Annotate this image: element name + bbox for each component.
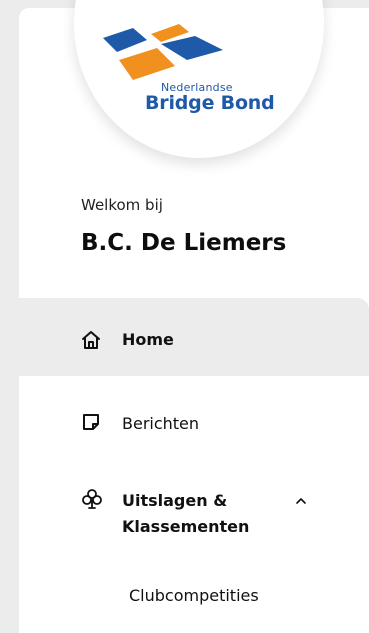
nav-item-berichten[interactable]: Berichten bbox=[19, 406, 369, 442]
logo-title: Bridge Bond bbox=[145, 92, 275, 114]
club-name: B.C. De Liemers bbox=[81, 230, 287, 256]
chevron-up-icon[interactable] bbox=[294, 493, 308, 512]
sidebar: Nederlandse Bridge Bond Welkom bij B.C. … bbox=[19, 0, 369, 633]
nav-item-uitslagen[interactable]: Uitslagen & Klassementen bbox=[19, 483, 369, 553]
nav-item-uitslagen-label: Uitslagen & Klassementen bbox=[122, 491, 250, 536]
nav-subitem-clubcompetities[interactable]: Clubcompetities bbox=[129, 586, 259, 605]
note-icon bbox=[81, 412, 101, 436]
bridge-bond-emblem-icon bbox=[103, 24, 223, 80]
nav-item-home[interactable]: Home bbox=[19, 308, 369, 376]
nav-item-home-label: Home bbox=[122, 330, 174, 349]
welcome-text: Welkom bij bbox=[81, 196, 163, 214]
nav-item-berichten-label: Berichten bbox=[122, 414, 200, 433]
club-suit-icon bbox=[81, 488, 103, 514]
bridge-bond-logo[interactable]: Nederlandse Bridge Bond bbox=[99, 22, 299, 114]
home-icon bbox=[81, 330, 101, 354]
